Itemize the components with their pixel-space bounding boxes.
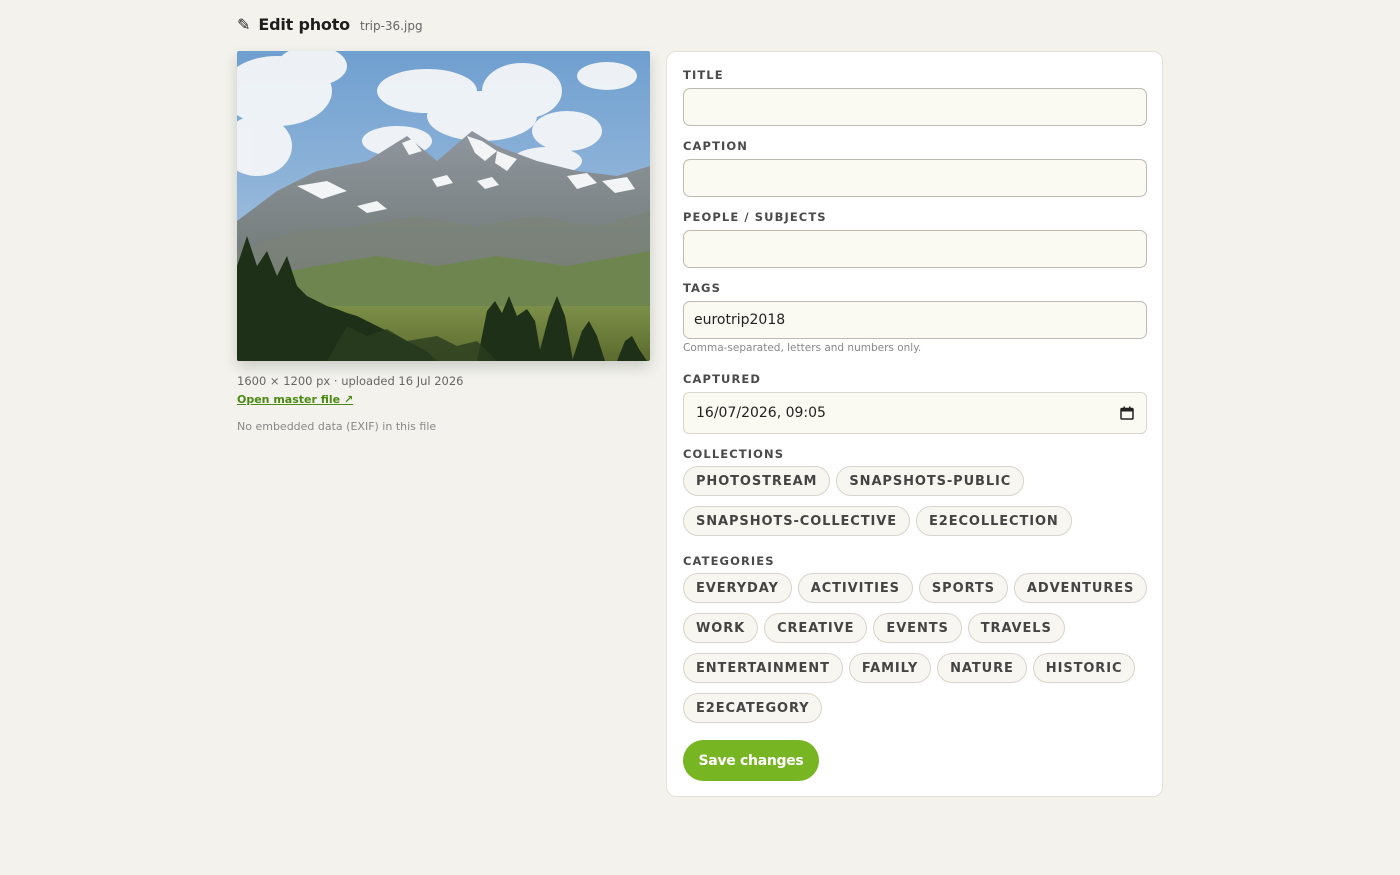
category-chip[interactable]: ENTERTAINMENT	[683, 653, 843, 683]
title-label: TITLE	[683, 68, 724, 82]
category-chip[interactable]: FAMILY	[848, 653, 932, 683]
categories-row-2: WORK CREATIVE EVENTS TRAVELS	[683, 613, 1065, 643]
category-chip[interactable]: NATURE	[937, 653, 1027, 683]
category-chip[interactable]: CREATIVE	[764, 613, 868, 643]
category-chip[interactable]: ACTIVITIES	[797, 573, 913, 603]
title-input[interactable]	[683, 88, 1147, 126]
categories-label: CATEGORIES	[683, 554, 775, 568]
people-subjects-input[interactable]	[683, 230, 1147, 268]
category-chip[interactable]: WORK	[683, 613, 759, 643]
category-chip[interactable]: E2ECATEGORY	[683, 693, 823, 723]
mountain-photo-image	[237, 51, 650, 361]
category-chip[interactable]: TRAVELS	[967, 613, 1065, 643]
caption-input[interactable]	[683, 159, 1147, 197]
calendar-icon[interactable]	[1120, 406, 1134, 420]
tags-hint: Comma-separated, letters and numbers onl…	[683, 342, 922, 354]
categories-row-3: ENTERTAINMENT FAMILY NATURE HISTORIC	[683, 653, 1136, 683]
collection-chip[interactable]: E2ECOLLECTION	[915, 506, 1072, 536]
caption-label: CAPTION	[683, 139, 748, 153]
photo-preview	[237, 51, 650, 361]
tags-input[interactable]	[683, 301, 1147, 339]
category-chip[interactable]: SPORTS	[918, 573, 1008, 603]
people-subjects-label: PEOPLE / SUBJECTS	[683, 210, 827, 224]
captured-datetime-value: 16/07/2026, 09:05	[696, 405, 826, 421]
category-chip[interactable]: ADVENTURES	[1013, 573, 1148, 603]
captured-label: CAPTURED	[683, 372, 762, 386]
collection-chip[interactable]: PHOTOSTREAM	[683, 466, 831, 496]
category-chip[interactable]: EVERYDAY	[683, 573, 792, 603]
captured-datetime-input[interactable]: 16/07/2026, 09:05	[683, 392, 1147, 434]
page-header: ✎ Edit photo trip-36.jpg	[237, 15, 423, 39]
photo-column: 1600 × 1200 px · uploaded 16 Jul 2026 Op…	[237, 51, 650, 433]
tags-label: TAGS	[683, 281, 721, 295]
exif-note: No embedded data (EXIF) in this file	[237, 420, 437, 433]
open-master-file-link[interactable]: Open master file ↗	[237, 393, 353, 406]
pencil-icon: ✎	[237, 15, 251, 34]
categories-row-4: E2ECATEGORY	[683, 693, 823, 723]
collection-chip[interactable]: SNAPSHOTS-PUBLIC	[836, 466, 1025, 496]
save-changes-button[interactable]: Save changes	[683, 740, 819, 781]
collections-row-1: PHOTOSTREAM SNAPSHOTS-PUBLIC	[683, 466, 1025, 496]
photo-dimensions: 1600 × 1200 px · uploaded 16 Jul 2026	[237, 374, 464, 388]
categories-row-1: EVERYDAY ACTIVITIES SPORTS ADVENTURES	[683, 573, 1148, 603]
category-chip[interactable]: EVENTS	[873, 613, 962, 643]
edit-photo-page: ✎ Edit photo trip-36.jpg 1600 × 1200 px …	[237, 0, 1163, 875]
edit-form-card: TITLE CAPTION PEOPLE / SUBJECTS TAGS Com…	[666, 51, 1163, 797]
collections-row-2: SNAPSHOTS-COLLECTIVE E2ECOLLECTION	[683, 506, 1072, 536]
page-title: Edit photo	[258, 15, 350, 34]
collections-label: COLLECTIONS	[683, 447, 785, 461]
collection-chip[interactable]: SNAPSHOTS-COLLECTIVE	[683, 506, 910, 536]
photo-filename: trip-36.jpg	[359, 19, 423, 33]
category-chip[interactable]: HISTORIC	[1032, 653, 1136, 683]
